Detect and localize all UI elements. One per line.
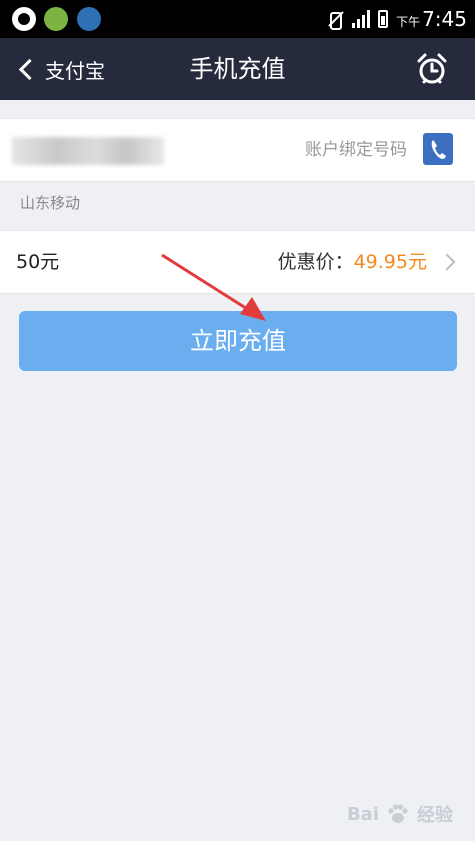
battery-icon [378,10,389,28]
clock-ampm: 下午 [396,15,421,29]
status-right: 下午 7:45 [326,0,467,38]
discount-price: 优惠价：49.95元 [278,231,427,293]
clock: 下午 7:45 [396,7,467,31]
qq-icon [12,7,36,31]
watermark: Bai 经验 [347,801,453,827]
mute-icon [326,10,344,30]
paw-icon [388,804,408,823]
browser-icon [77,7,101,31]
signal-icon [352,10,371,28]
phone-number-input[interactable] [12,137,164,165]
amount-selector[interactable]: 50元 优惠价：49.95元 [0,230,475,294]
discount-price-value: 49.95元 [353,251,427,273]
back-label: 支付宝 [45,58,105,83]
phone-row: 账户绑定号码 [0,118,475,182]
back-button[interactable]: 支付宝 [16,38,105,100]
clock-time: 7:45 [422,7,467,31]
chevron-left-icon [18,58,41,80]
recharge-now-button[interactable]: 立即充值 [19,311,457,371]
watermark-suffix: 经验 [417,805,453,826]
phone-icon[interactable] [423,133,453,165]
alarm-clock-icon[interactable] [415,52,449,86]
chevron-right-icon [438,253,456,271]
watermark-text: Bai [346,803,379,825]
carrier-label: 山东移动 [20,194,81,212]
message-icon [44,7,68,31]
nav-bar: 手机充值 支付宝 [0,38,475,100]
amount-value: 50元 [16,251,60,273]
status-bar: 下午 7:45 [0,0,475,38]
discount-label: 优惠价： [277,251,354,273]
bound-number-label: 账户绑定号码 [305,140,407,160]
